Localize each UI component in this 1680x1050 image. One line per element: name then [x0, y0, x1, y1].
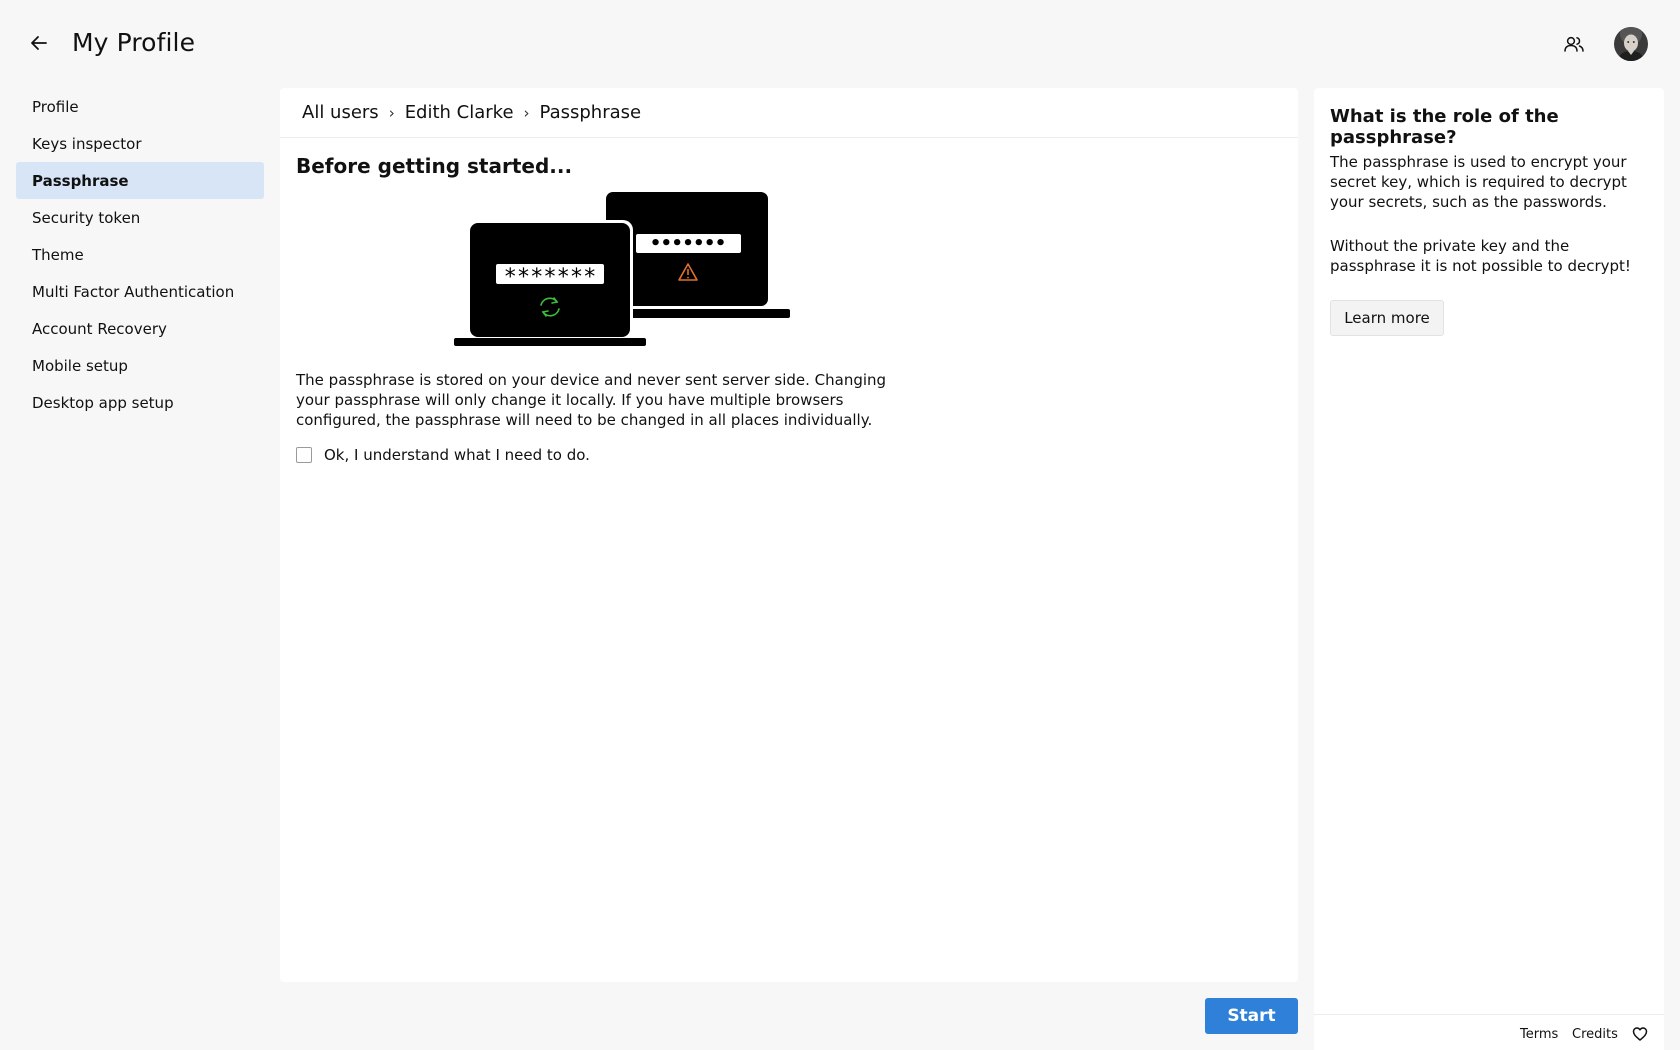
sidebar-item-mobile-setup[interactable]: Mobile setup [16, 347, 264, 384]
section-title: Before getting started... [296, 154, 573, 178]
sidebar-item-desktop-app-setup[interactable]: Desktop app setup [16, 384, 264, 421]
breadcrumb-current: Passphrase [539, 102, 642, 123]
sidebar-item-passphrase[interactable]: Passphrase [16, 162, 264, 199]
sidebar-nav: Profile Keys inspector Passphrase Securi… [16, 88, 264, 421]
app: My Profile Profile Keys inspector Passph… [0, 0, 1680, 1050]
sidebar-item-security-token[interactable]: Security token [16, 199, 264, 236]
confirm-label: Ok, I understand what I need to do. [324, 446, 590, 464]
back-password-text: ••••••• [650, 233, 726, 254]
confirm-understand-row[interactable]: Ok, I understand what I need to do. [296, 446, 590, 464]
sidebar-item-account-recovery[interactable]: Account Recovery [16, 310, 264, 347]
passphrase-description: The passphrase is stored on your device … [296, 371, 887, 429]
breadcrumb: All users › Edith Clarke › Passphrase [280, 88, 1298, 138]
help-paragraph-1: The passphrase is used to encrypt your s… [1330, 153, 1627, 211]
terms-link[interactable]: Terms [1520, 1027, 1558, 1042]
users-icon [1564, 36, 1584, 52]
help-paragraph-2: Without the private key and the passphra… [1330, 237, 1631, 275]
sidebar-item-keys-inspector[interactable]: Keys inspector [16, 125, 264, 162]
arrow-left-icon [31, 36, 47, 50]
user-avatar[interactable] [1614, 27, 1648, 61]
help-panel: What is the role of the passphrase? The … [1314, 88, 1664, 1050]
header: My Profile [0, 0, 1680, 88]
page-title: My Profile [72, 28, 196, 57]
sidebar-item-theme[interactable]: Theme [16, 236, 264, 273]
users-button[interactable] [1560, 30, 1588, 58]
credits-link[interactable]: Credits [1572, 1027, 1618, 1042]
breadcrumb-all-users[interactable]: All users [302, 102, 379, 123]
heart-icon[interactable] [1632, 1026, 1648, 1042]
start-button[interactable]: Start [1205, 998, 1298, 1034]
main-panel: All users › Edith Clarke › Passphrase Be… [280, 88, 1298, 982]
sidebar-item-mfa[interactable]: Multi Factor Authentication [16, 273, 264, 310]
avatar-portrait-icon [1614, 27, 1648, 61]
sidebar-item-profile[interactable]: Profile [16, 88, 264, 125]
footer: Terms Credits [1314, 1014, 1664, 1050]
learn-more-button[interactable]: Learn more [1330, 300, 1444, 336]
confirm-checkbox[interactable] [296, 447, 312, 463]
breadcrumb-user[interactable]: Edith Clarke [405, 102, 514, 123]
breadcrumb-separator: › [388, 103, 395, 122]
devices-passphrase-illustration: ••••••• ******* [452, 192, 790, 348]
front-password-text: ******* [504, 265, 597, 290]
back-button[interactable] [26, 30, 52, 56]
breadcrumb-separator: › [523, 103, 530, 122]
help-title: What is the role of the passphrase? [1330, 106, 1559, 148]
